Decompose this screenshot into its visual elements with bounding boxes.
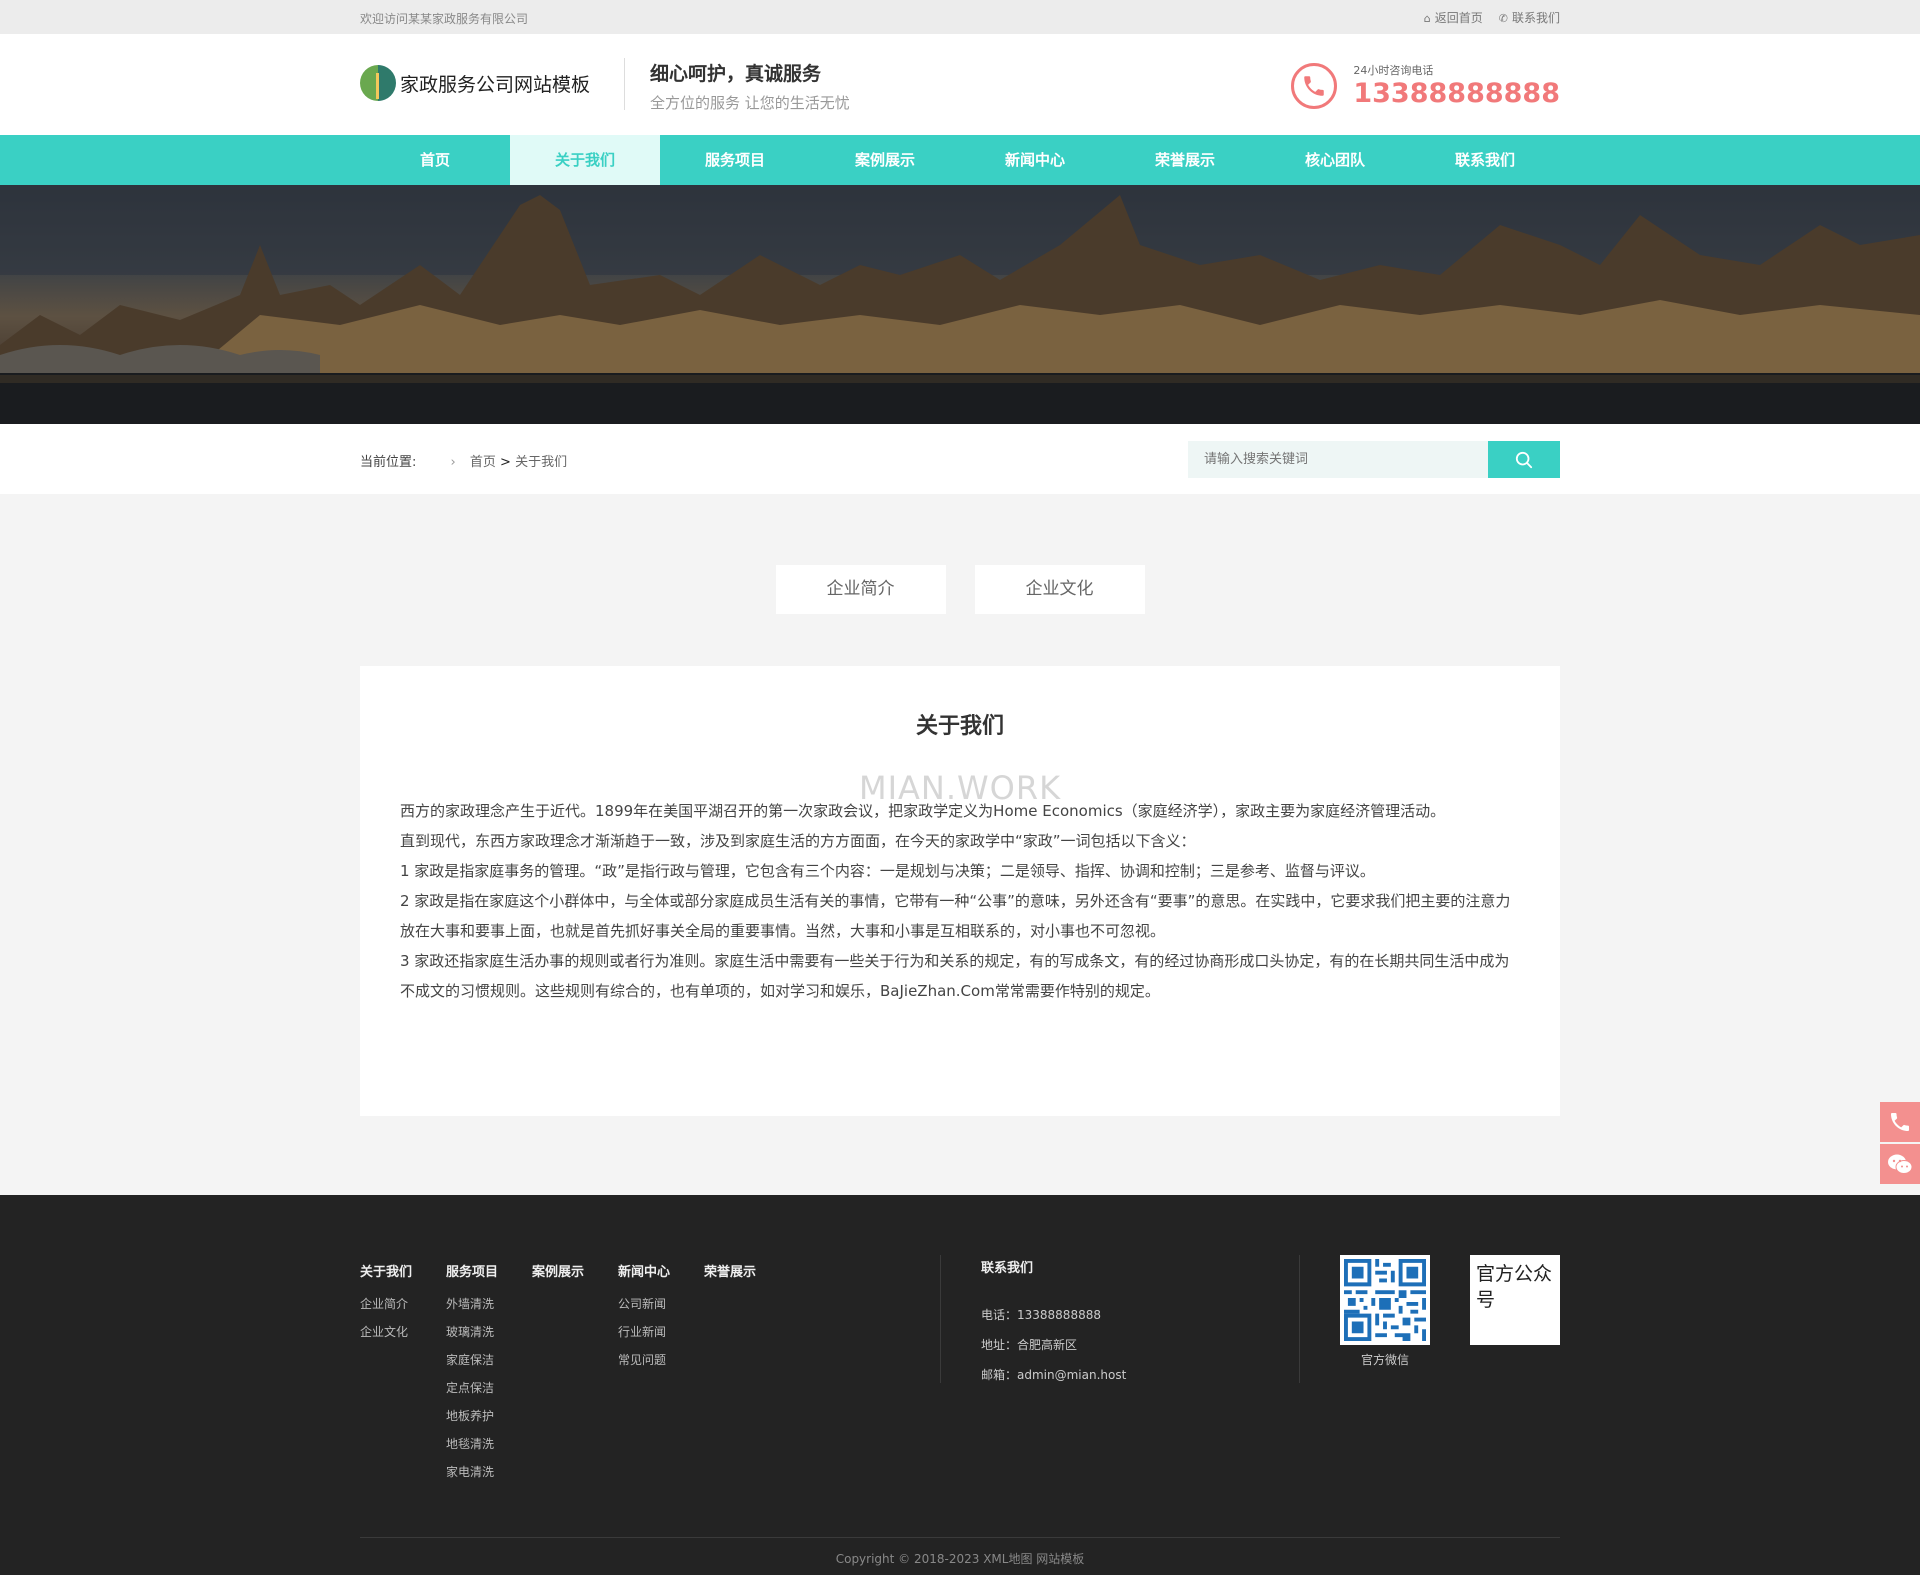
footer-link[interactable]: 常见问题 (618, 1346, 704, 1374)
footer-link[interactable]: 行业新闻 (618, 1318, 704, 1346)
chevron-right-icon: › (450, 455, 456, 470)
nav-item-cases[interactable]: 案例展示 (810, 135, 960, 185)
footer-link[interactable]: 企业简介 (360, 1290, 446, 1318)
nav-item-team[interactable]: 核心团队 (1260, 135, 1410, 185)
breadcrumb-current: 关于我们 (515, 455, 568, 470)
nav-item-honors[interactable]: 荣誉展示 (1110, 135, 1260, 185)
article-paragraph: 直到现代，东西方家政理念才渐渐趋于一致，涉及到家庭生活的方方面面，在今天的家政学… (400, 832, 1196, 850)
footer-contact-title: 联系我们 (981, 1261, 1034, 1276)
contact-link-label: 联系我们 (1511, 11, 1560, 25)
site-logo[interactable]: 家政服务公司网站模板 (360, 65, 590, 101)
nav-item-news[interactable]: 新闻中心 (960, 135, 1110, 185)
hotline-number: 13388888888 (1353, 78, 1560, 109)
footer-divider (360, 1537, 1560, 1538)
nav-item-home[interactable]: 首页 (360, 135, 510, 185)
banner-image (0, 185, 1920, 424)
footer-col-title[interactable]: 新闻中心 (618, 1261, 704, 1280)
article-title: 关于我们 (915, 714, 1004, 739)
phone-icon (1291, 63, 1338, 109)
nav-item-services[interactable]: 服务项目 (660, 135, 810, 185)
article-paragraph: 3 家政还指家庭生活办事的规则或者行为准则。家庭生活中需要有一些关于行为和关系的… (400, 952, 1510, 1000)
nav-item-about[interactable]: 关于我们 (510, 135, 660, 185)
slogan-subtitle: 全方位的服务 让您的生活无忧 (650, 94, 850, 112)
article-paragraph: 1 家政是指家庭事务的管理。“政”是指行政与管理，它包含有三个内容：一是规划与决… (400, 862, 1375, 880)
slogan: 细心呵护，真诚服务 全方位的服务 让您的生活无忧 (650, 59, 850, 113)
hotline: 24小时咨询电话 13388888888 (1291, 62, 1560, 110)
wechat-qr-caption: 官方微信 (1360, 1353, 1409, 1367)
qr-code-icon (1340, 1255, 1430, 1345)
public-account-qr: 官方公众号 (1470, 1255, 1560, 1345)
footer-links: 关于我们 企业简介 企业文化 服务项目 外墙清洗 玻璃清洗 家庭保洁 定点保洁 … (360, 1261, 790, 1486)
header-divider (624, 58, 625, 110)
hotline-label: 24小时咨询电话 (1353, 64, 1434, 77)
top-links: ⌂ 返回首页 ✆ 联系我们 (1424, 9, 1560, 26)
footer-divider (940, 1255, 941, 1383)
footer-link[interactable]: 地毯清洗 (446, 1430, 532, 1458)
footer-link[interactable]: 公司新闻 (618, 1290, 704, 1318)
search-icon (1515, 451, 1533, 468)
search-box (1188, 441, 1560, 478)
article-panel: 关于我们 MIAN.WORK 西方的家政理念产生于近代。1899年在美国平湖召开… (360, 666, 1560, 1116)
footer-email: 邮箱：admin@mian.host (981, 1368, 1127, 1382)
article-body: 西方的家政理念产生于近代。1899年在美国平湖召开的第一次家政会议，把家政学定义… (400, 796, 1520, 1006)
copyright: Copyright © 2018-2023 XML地图 网站模板 (835, 1552, 1085, 1566)
footer-link[interactable]: 定点保洁 (446, 1374, 532, 1402)
search-button[interactable] (1488, 441, 1560, 478)
breadcrumb: 当前位置: › 首页 > 关于我们 (360, 451, 567, 470)
footer-col-title[interactable]: 荣誉展示 (704, 1261, 790, 1280)
home-link[interactable]: ⌂ 返回首页 (1424, 9, 1483, 26)
footer-col-title[interactable]: 关于我们 (360, 1261, 446, 1280)
float-wechat-button[interactable] (1880, 1144, 1920, 1184)
footer-phone: 电话：13388888888 (981, 1308, 1101, 1322)
footer-col-about: 关于我们 企业简介 企业文化 (360, 1261, 446, 1486)
breadcrumb-bar: 当前位置: › 首页 > 关于我们 (0, 424, 1920, 494)
about-tabs: 企业简介 企业文化 (0, 565, 1920, 614)
home-link-label: 返回首页 (1434, 11, 1483, 25)
main-nav: 首页 关于我们 服务项目 案例展示 新闻中心 荣誉展示 核心团队 联系我们 (0, 135, 1920, 185)
footer-link[interactable]: 地板养护 (446, 1402, 532, 1430)
footer-col-cases: 案例展示 (532, 1261, 618, 1486)
site-footer: 关于我们 企业简介 企业文化 服务项目 外墙清洗 玻璃清洗 家庭保洁 定点保洁 … (0, 1195, 1920, 1575)
broken-image-alt: 官方公众号 (1476, 1263, 1553, 1311)
logo-text: 家政服务公司网站模板 (400, 73, 591, 96)
article-paragraph: 2 家政是指在家庭这个小群体中，与全体或部分家庭成员生活有关的事情，它带有一种“… (400, 892, 1511, 940)
footer-link[interactable]: 外墙清洗 (446, 1290, 532, 1318)
footer-col-services: 服务项目 外墙清洗 玻璃清洗 家庭保洁 定点保洁 地板养护 地毯清洗 家电清洗 (446, 1261, 532, 1486)
footer-col-news: 新闻中心 公司新闻 行业新闻 常见问题 (618, 1261, 704, 1486)
breadcrumb-separator: > (500, 455, 511, 470)
tab-company-culture[interactable]: 企业文化 (974, 565, 1145, 614)
breadcrumb-home-link[interactable]: 首页 (470, 455, 496, 470)
wechat-qr: 官方微信 (1340, 1255, 1430, 1368)
footer-link[interactable]: 企业文化 (360, 1318, 446, 1346)
footer-divider (1299, 1255, 1300, 1383)
footer-col-title[interactable]: 服务项目 (446, 1261, 532, 1280)
footer-address: 地址：合肥高新区 (981, 1338, 1078, 1352)
footer-link[interactable]: 家庭保洁 (446, 1346, 532, 1374)
phone-icon (1891, 1113, 1909, 1131)
tab-company-profile[interactable]: 企业简介 (775, 565, 946, 614)
logo-mark-icon (360, 65, 396, 101)
slogan-title: 细心呵护，真诚服务 (650, 63, 822, 85)
footer-link[interactable]: 玻璃清洗 (446, 1318, 532, 1346)
footer-col-title[interactable]: 案例展示 (532, 1261, 618, 1280)
contact-link[interactable]: ✆ 联系我们 (1499, 9, 1560, 26)
wechat-icon (1888, 1154, 1913, 1174)
footer-contact: 联系我们 电话：13388888888 地址：合肥高新区 邮箱：admin@mi… (981, 1257, 1126, 1390)
phone-icon: ✆ (1498, 12, 1508, 25)
article-paragraph: 西方的家政理念产生于近代。1899年在美国平湖召开的第一次家政会议，把家政学定义… (400, 802, 1446, 820)
breadcrumb-label: 当前位置: (360, 455, 417, 470)
welcome-text: 欢迎访问某某家政服务有限公司 (360, 12, 529, 26)
footer-col-honors: 荣誉展示 (704, 1261, 790, 1486)
site-header: 家政服务公司网站模板 细心呵护，真诚服务 全方位的服务 让您的生活无忧 24小时… (0, 34, 1920, 135)
search-input[interactable] (1188, 441, 1488, 478)
top-bar: 欢迎访问某某家政服务有限公司 ⌂ 返回首页 ✆ 联系我们 (0, 0, 1920, 34)
nav-item-contact[interactable]: 联系我们 (1410, 135, 1560, 185)
footer-link[interactable]: 家电清洗 (446, 1458, 532, 1486)
float-phone-button[interactable] (1880, 1102, 1920, 1142)
home-icon: ⌂ (1423, 12, 1431, 25)
